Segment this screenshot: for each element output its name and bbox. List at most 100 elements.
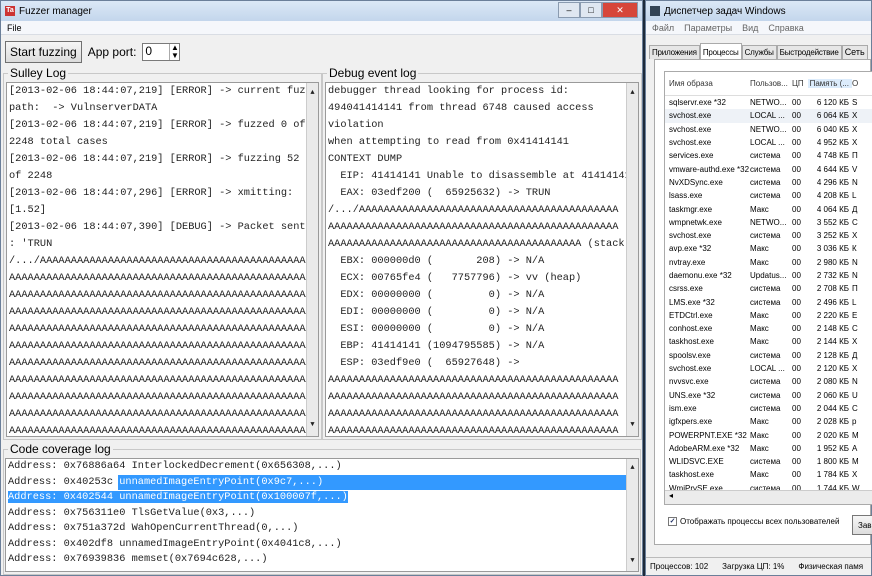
process-row[interactable]: nvtray.exe Макс 00 2 980 КБ N	[665, 256, 872, 269]
end-process-button[interactable]: Зав	[852, 515, 872, 535]
process-row[interactable]: AdobeARM.exe *32 Макс 00 1 952 КБ A	[665, 442, 872, 455]
process-cpu: 00	[792, 138, 801, 148]
process-row[interactable]: taskhost.exe Макс 00 2 144 КБ Х	[665, 335, 872, 348]
maximize-button[interactable]: □	[580, 2, 602, 18]
process-name: conhost.exe	[669, 324, 713, 334]
log-line: EBP: 41414141 (1094795585) -> N/A	[328, 340, 545, 352]
process-row[interactable]: svchost.exe система 00 3 252 КБ Х	[665, 229, 872, 242]
tab-processes[interactable]: Процессы	[699, 43, 742, 59]
col-description[interactable]: О	[852, 79, 872, 88]
process-count: Процессов: 102	[650, 562, 709, 571]
scrollbar[interactable]: ▲ ▼	[306, 83, 318, 436]
coverage-line[interactable]: Address: 0x40253c unnamedImageEntryPoint…	[8, 474, 638, 490]
horizontal-scrollbar[interactable]: ◂	[665, 490, 872, 504]
process-row[interactable]: svchost.exe LOCAL ... 00 4 952 КБ Х	[665, 136, 872, 149]
close-button[interactable]: ✕	[602, 2, 638, 18]
process-row[interactable]: POWERPNT.EXE *32 Макс 00 2 020 КБ M	[665, 428, 872, 441]
menu-options[interactable]: Параметры	[684, 23, 732, 33]
process-row[interactable]: services.exe система 00 4 748 КБ П	[665, 149, 872, 162]
process-row[interactable]: conhost.exe Макс 00 2 148 КБ C	[665, 322, 872, 335]
process-name: igfxpers.exe	[669, 417, 713, 427]
process-cpu: 00	[792, 417, 801, 427]
tab-performance[interactable]: Быстродействие	[776, 45, 842, 59]
tab-applications[interactable]: Приложения	[649, 45, 700, 59]
coverage-log[interactable]: ▲ ▼ Address: 0x76886a64 InterlockedDecreme…	[5, 458, 639, 572]
process-row[interactable]: UNS.exe *32 система 00 2 060 КБ U	[665, 389, 872, 402]
tab-network[interactable]: Сеть	[841, 45, 868, 59]
process-row[interactable]: WLIDSVC.EXE система 00 1 800 КБ M	[665, 455, 872, 468]
coverage-address: Address: 0x756311e0	[8, 506, 132, 519]
coverage-line[interactable]: Address: 0x751a372d WahOpenCurrentThread…	[8, 521, 638, 537]
coverage-line[interactable]: Address: 0x402df8 unnamedImageEntryPoint…	[8, 537, 638, 553]
process-user: система	[750, 457, 781, 467]
checkmark-icon: ✓	[668, 517, 677, 526]
process-row[interactable]: spoolsv.exe система 00 2 128 КБ Д	[665, 349, 872, 362]
process-name: WLIDSVC.EXE	[669, 457, 724, 467]
process-row[interactable]: taskmgr.exe Макс 00 4 064 КБ Д	[665, 202, 872, 215]
scrollbar[interactable]: ▲ ▼	[626, 83, 638, 436]
process-description: M	[852, 430, 859, 440]
process-cpu: 00	[792, 457, 801, 467]
process-user: NETWO...	[750, 217, 787, 227]
scrollbar[interactable]: ▲ ▼	[626, 459, 638, 571]
process-row[interactable]: daemonu.exe *32 Updatus... 00 2 732 КБ N	[665, 269, 872, 282]
process-row[interactable]: LMS.exe *32 система 00 2 496 КБ L	[665, 295, 872, 308]
process-cpu: 00	[792, 271, 801, 280]
process-description: N	[852, 177, 858, 187]
log-line: path: -> VulnserverDATA	[9, 102, 158, 114]
col-cpu[interactable]: ЦП	[792, 79, 808, 88]
window-title: Диспетчер задач Windows	[664, 5, 786, 17]
process-row[interactable]: svchost.exe LOCAL ... 00 6 064 КБ Х	[665, 109, 872, 123]
process-memory: 2 020 КБ	[816, 430, 849, 440]
log-line: 494041414141 from thread 6748 caused acc…	[328, 102, 594, 114]
menu-file[interactable]: File	[7, 23, 22, 33]
process-row[interactable]: svchost.exe NETWO... 00 6 040 КБ Х	[665, 123, 872, 136]
process-row[interactable]: sqlservr.exe *32 NETWO... 00 6 120 КБ S	[665, 96, 872, 109]
process-description: Х	[852, 470, 858, 480]
col-memory[interactable]: Память (...	[808, 79, 852, 88]
process-row[interactable]: ETDCtrl.exe Макс 00 2 220 КБ E	[665, 309, 872, 322]
process-memory: 2 496 КБ	[816, 297, 849, 307]
process-user: система	[750, 390, 781, 400]
coverage-line[interactable]: Address: 0x76886a64 InterlockedDecrement…	[8, 459, 638, 475]
process-row[interactable]: taskhost.exe Макс 00 1 784 КБ Х	[665, 468, 872, 481]
process-row[interactable]: nvvsvc.exe система 00 2 080 КБ N	[665, 375, 872, 388]
process-row[interactable]: vmware-authd.exe *32 система 00 4 644 КБ V	[665, 162, 872, 175]
process-row[interactable]: ism.exe система 00 2 044 КБ C	[665, 402, 872, 415]
process-row[interactable]: csrss.exe система 00 2 708 КБ П	[665, 282, 872, 295]
process-memory: 2 128 КБ	[816, 350, 849, 360]
minimize-button[interactable]: –	[558, 2, 580, 18]
log-line: AAAAAAAAAAAAAAAAAAAAAAAAAAAAAAAAAAAAAAAA…	[9, 340, 318, 352]
process-memory: 6 040 КБ	[816, 124, 849, 134]
coverage-line[interactable]: Address: 0x402544 unnamedImageEntryPoint…	[8, 490, 638, 506]
debug-log[interactable]: ▲ ▼ debugger thread looking for process id…	[325, 82, 639, 437]
process-description: С	[852, 217, 858, 227]
sulley-log[interactable]: ▲ ▼ [2013-02-06 18:44:07,219] [ERROR] -> c…	[6, 82, 319, 437]
process-user: Макс	[750, 337, 769, 347]
menu-help[interactable]: Справка	[768, 23, 803, 33]
coverage-line[interactable]: Address: 0x76939836 memset(0x7694c628,..…	[8, 552, 638, 568]
process-row[interactable]: wmpnetwk.exe NETWO... 00 3 552 КБ С	[665, 216, 872, 229]
process-cpu: 00	[792, 350, 801, 360]
app-port-stepper[interactable]: 0 ▲ ▼	[142, 43, 181, 61]
col-user[interactable]: Пользов...	[750, 79, 792, 88]
coverage-line[interactable]: Address: 0x756311e0 TlsGetValue(0x3,...)	[8, 506, 638, 522]
process-description: C	[852, 403, 858, 413]
process-memory: 2 144 КБ	[816, 337, 849, 347]
tab-services[interactable]: Службы	[741, 45, 777, 59]
process-row[interactable]: avp.exe *32 Макс 00 3 036 КБ К	[665, 242, 872, 255]
show-all-processes-checkbox[interactable]: ✓ Отображать процессы всех пользователей	[668, 517, 839, 526]
process-row[interactable]: igfxpers.exe Макс 00 2 028 КБ p	[665, 415, 872, 428]
start-fuzzing-button[interactable]: Start fuzzing	[5, 41, 82, 63]
process-name: wmpnetwk.exe	[669, 217, 722, 227]
log-line: [1.52]	[9, 204, 47, 216]
spin-arrows-icon[interactable]: ▲ ▼	[169, 44, 179, 60]
app-port-value[interactable]: 0	[145, 44, 152, 60]
menu-file[interactable]: Файл	[652, 23, 674, 33]
col-image-name[interactable]: Имя образа	[665, 79, 750, 88]
menu-view[interactable]: Вид	[742, 23, 758, 33]
process-memory: 1 952 КБ	[816, 443, 849, 453]
process-row[interactable]: svchost.exe LOCAL ... 00 2 120 КБ Х	[665, 362, 872, 375]
process-row[interactable]: lsass.exe система 00 4 208 КБ L	[665, 189, 872, 202]
process-row[interactable]: NvXDSync.exe система 00 4 296 КБ N	[665, 176, 872, 189]
